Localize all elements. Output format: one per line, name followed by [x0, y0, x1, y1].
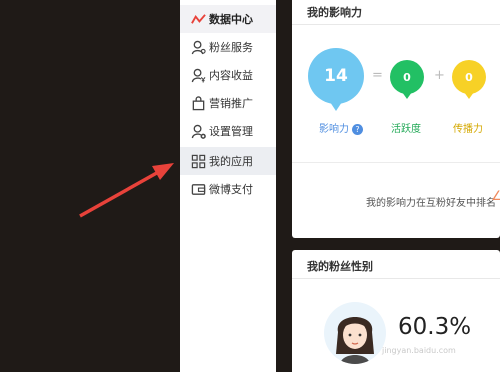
- help-icon[interactable]: ?: [352, 123, 363, 135]
- sidebar-item-label: 我的应用: [209, 155, 253, 168]
- user-yuan-icon: [190, 67, 206, 83]
- female-percent: 60.3%: [398, 314, 472, 340]
- divider: [292, 24, 500, 25]
- user-gear-icon: [190, 123, 206, 139]
- fan-gender-card: 我的粉丝性别 60.3% jingyan.baidu.com: [292, 250, 500, 372]
- sidebar-item-label: 内容收益: [209, 69, 253, 82]
- plus-sign: +: [434, 68, 445, 83]
- sidebar-item-weibo-pay[interactable]: 微博支付: [180, 175, 276, 203]
- dark-background-panel: [0, 0, 180, 372]
- sidebar-item-label: 微博支付: [209, 183, 253, 196]
- sidebar-nav: 数据中心 粉丝服务 内容收益 营销推广 设置管理 我的应用 微博支付: [180, 0, 276, 372]
- sidebar-item-label: 营销推广: [209, 97, 253, 110]
- bag-icon: [190, 95, 206, 111]
- rank-chart-icon: ∠: [491, 189, 500, 204]
- fan-gender-title: 我的粉丝性别: [307, 260, 373, 273]
- sidebar-item-label: 数据中心: [209, 13, 253, 26]
- influence-card: 我的影响力 14 = 0 + 0 影响力? 活跃度 传播力 我的影响力在互粉好友…: [292, 0, 500, 238]
- grid-icon: [190, 153, 206, 169]
- activity-value: 0: [403, 70, 411, 84]
- sidebar-item-content-income[interactable]: 内容收益: [180, 61, 276, 89]
- influence-score-badge: 14: [308, 48, 364, 111]
- influence-score: 14: [324, 66, 348, 86]
- spread-value: 0: [465, 70, 473, 84]
- divider: [292, 278, 500, 279]
- content-gutter: [276, 0, 292, 372]
- sidebar-item-fan-service[interactable]: 粉丝服务: [180, 33, 276, 61]
- wallet-icon: [190, 181, 206, 197]
- sidebar-item-settings[interactable]: 设置管理: [180, 117, 276, 145]
- user-icon: [190, 39, 206, 55]
- activity-badge: 0: [390, 60, 424, 99]
- influence-title: 我的影响力: [307, 6, 362, 19]
- divider: [292, 162, 500, 163]
- sidebar-item-label: 粉丝服务: [209, 41, 253, 54]
- trend-icon: [190, 11, 206, 27]
- sidebar-item-label: 设置管理: [209, 125, 253, 138]
- sidebar-item-marketing[interactable]: 营销推广: [180, 89, 276, 117]
- watermark: jingyan.baidu.com: [382, 346, 456, 355]
- spread-badge: 0: [452, 60, 486, 99]
- female-avatar-icon: [324, 302, 386, 364]
- influence-label: 影响力?: [319, 120, 363, 135]
- sidebar-item-my-apps[interactable]: 我的应用: [180, 147, 276, 175]
- equals-sign: =: [372, 68, 383, 83]
- sidebar-item-data-center[interactable]: 数据中心: [180, 5, 276, 33]
- influence-rank-text: 我的影响力在互粉好友中排名: [366, 198, 496, 209]
- activity-label: 活跃度: [391, 124, 421, 135]
- spread-label: 传播力: [453, 124, 483, 135]
